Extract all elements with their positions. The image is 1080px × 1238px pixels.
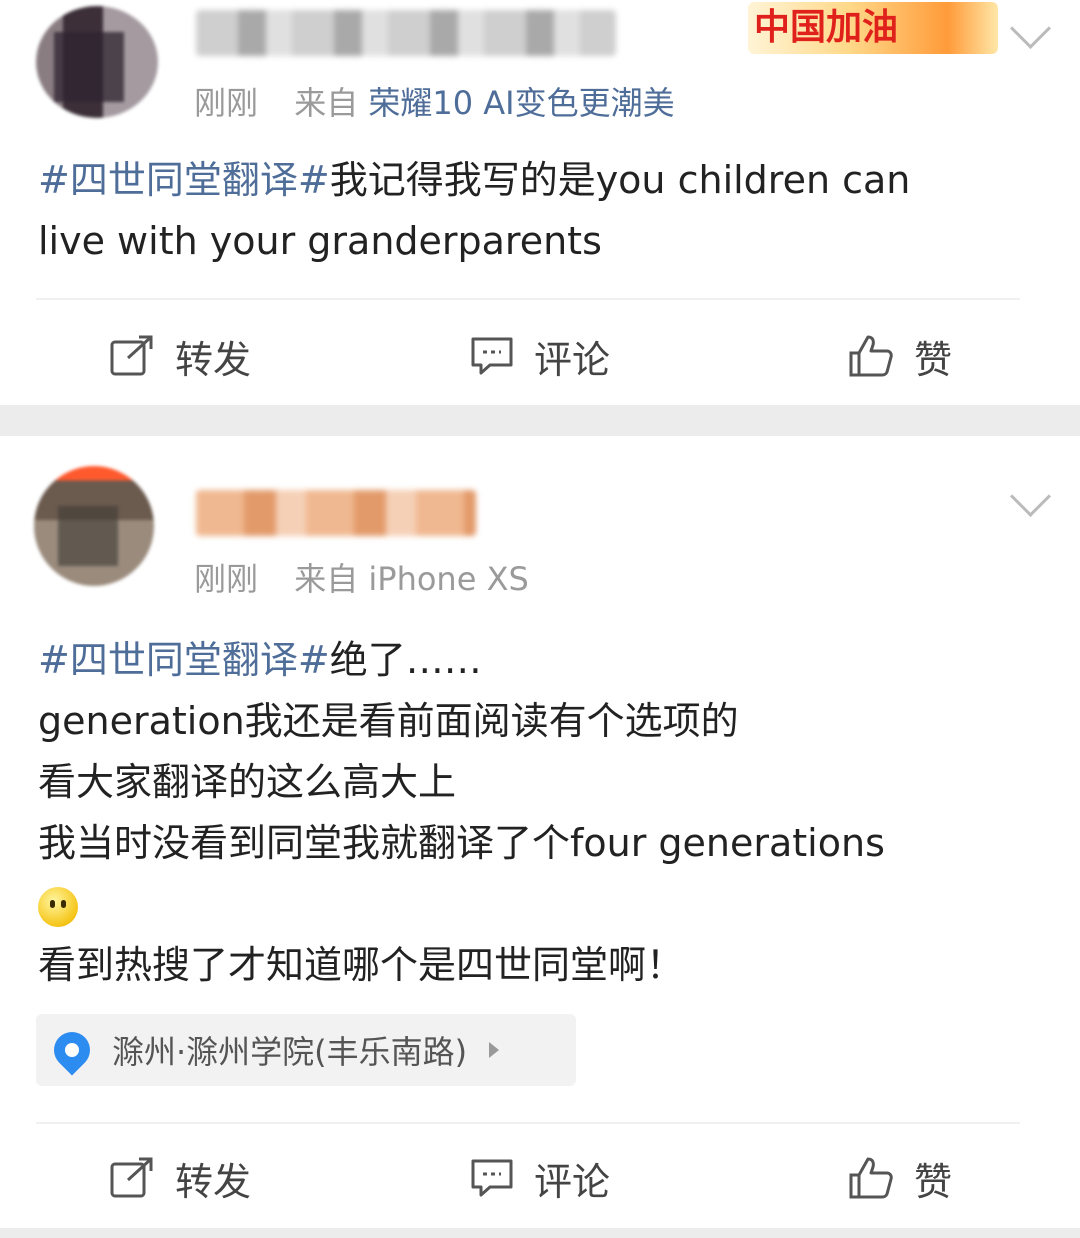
thumbs-up-icon — [849, 1157, 893, 1199]
smiley-emoji-icon — [38, 886, 78, 927]
post-line: #四世同堂翻译#我记得我写的是you children can — [38, 150, 1048, 211]
post-line: 我当时没看到同堂我就翻译了个four generations — [38, 821, 885, 865]
comment-label: 评论 — [533, 1159, 610, 1204]
external-share-icon — [110, 1157, 153, 1198]
comment-button[interactable]: 评论 — [360, 306, 720, 406]
source-label: 来自 — [294, 560, 359, 598]
comment-bubble-icon — [471, 337, 513, 375]
comment-label: 评论 — [533, 337, 610, 382]
avatar[interactable] — [34, 466, 154, 586]
like-button[interactable]: 赞 — [720, 306, 1080, 406]
post-line: #四世同堂翻译#绝了…… — [38, 630, 1048, 691]
like-label: 赞 — [913, 1159, 952, 1204]
post-time: 刚刚 — [194, 560, 259, 598]
chevron-down-icon[interactable] — [1009, 475, 1052, 518]
avatar[interactable] — [36, 6, 158, 118]
thumbs-up-icon — [849, 335, 893, 377]
comment-bubble-icon — [471, 1159, 513, 1197]
like-button[interactable]: 赞 — [720, 1128, 1080, 1228]
comment-button[interactable]: 评论 — [360, 1128, 720, 1228]
post-meta: 刚刚 来自 荣耀10 AI变色更潮美 — [194, 78, 675, 124]
divider — [36, 1122, 1020, 1124]
repost-label: 转发 — [174, 1159, 251, 1204]
like-label: 赞 — [913, 337, 952, 382]
username-blurred[interactable] — [196, 490, 476, 536]
divider — [36, 298, 1020, 300]
source-label: 来自 — [294, 84, 359, 122]
emoji-line — [38, 874, 1048, 935]
chevron-right-icon — [489, 1042, 500, 1058]
map-pin-icon — [46, 1024, 98, 1076]
post-card: 中国加油 刚刚 来自 荣耀10 AI变色更潮美 #四世同堂翻译#我记得我写的是y… — [0, 0, 1080, 405]
location-tag[interactable]: 滁州·滁州学院(丰乐南路) — [36, 1014, 576, 1086]
repost-button[interactable]: 转发 — [0, 306, 360, 406]
post-time: 刚刚 — [194, 84, 259, 122]
post-meta: 刚刚 来自 iPhone XS — [194, 554, 529, 600]
chevron-down-icon[interactable] — [1009, 7, 1052, 50]
post-card: 刚刚 来自 iPhone XS #四世同堂翻译#绝了…… generation我… — [0, 436, 1080, 1228]
source-device: iPhone XS — [368, 560, 529, 598]
post-line: 看大家翻译的这么高大上 — [38, 760, 457, 804]
action-bar: 转发 评论 赞 — [0, 1128, 1080, 1228]
post-line: 看到热搜了才知道哪个是四世同堂啊！ — [38, 943, 685, 987]
repost-label: 转发 — [174, 337, 251, 382]
post-line: live with your granderparents — [38, 219, 602, 263]
external-share-icon — [110, 335, 153, 376]
source-device[interactable]: 荣耀10 AI变色更潮美 — [368, 84, 674, 122]
username-blurred[interactable] — [196, 10, 616, 56]
location-text: 滁州·滁州学院(丰乐南路) — [112, 1033, 468, 1071]
promo-badge: 中国加油 — [748, 2, 998, 54]
weibo-feed: 中国加油 刚刚 来自 荣耀10 AI变色更潮美 #四世同堂翻译#我记得我写的是y… — [0, 0, 1080, 1238]
post-line-text: 绝了…… — [329, 638, 482, 682]
post-line-text: 我记得我写的是you children can — [329, 158, 911, 202]
action-bar: 转发 评论 赞 — [0, 306, 1080, 406]
post-line: generation我还是看前面阅读有个选项的 — [38, 699, 739, 743]
hashtag-link[interactable]: #四世同堂翻译# — [38, 158, 330, 202]
post-text: #四世同堂翻译#我记得我写的是you children can live wit… — [38, 150, 1048, 272]
repost-button[interactable]: 转发 — [0, 1128, 360, 1228]
hashtag-link[interactable]: #四世同堂翻译# — [38, 638, 330, 682]
post-text: #四世同堂翻译#绝了…… generation我还是看前面阅读有个选项的 看大家… — [38, 630, 1048, 996]
